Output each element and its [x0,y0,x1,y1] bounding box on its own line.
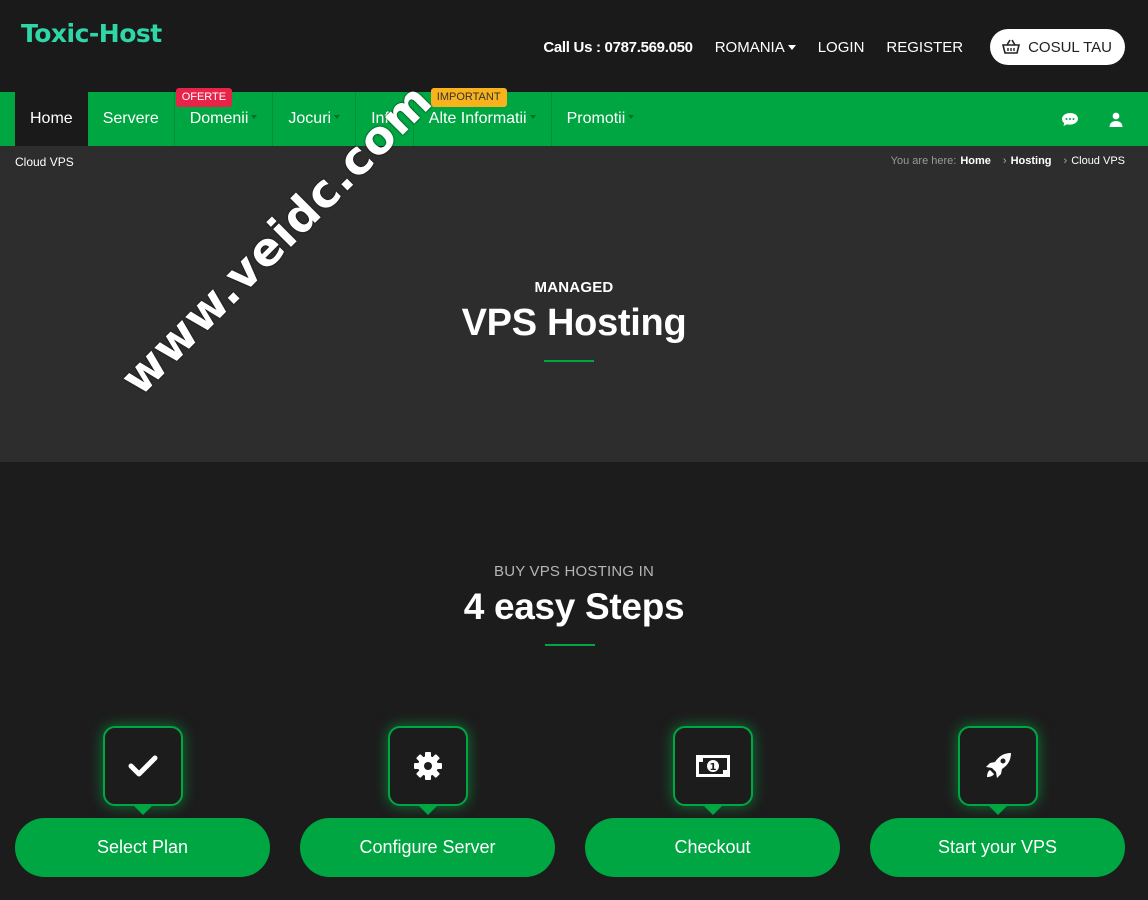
step-checkout: 1 Checkout [585,726,840,878]
breadcrumb-prefix: You are here: [890,155,957,167]
step-icon-box [388,726,468,806]
step-icon-box [958,726,1038,806]
step-label[interactable]: Select Plan [15,818,270,877]
chevron-right-icon: › [1063,155,1068,167]
step-configure-server: Configure Server [300,726,555,878]
chat-icon[interactable] [1061,112,1079,127]
nav-item-promotii[interactable]: Promotii [552,92,650,146]
step-label[interactable]: Configure Server [300,818,555,877]
nav-item-home[interactable]: Home [15,92,88,146]
cart-label: COSUL TAU [1028,38,1112,56]
hero-subtitle: MANAGED [534,279,614,296]
country-label: ROMANIA [714,38,785,56]
main-nav: Home OFERTE Servere Domenii Jocuri Info … [0,88,1148,146]
step-select-plan: Select Plan [15,726,270,878]
money-icon: 1 [696,755,730,777]
breadcrumb-home[interactable]: Home [960,155,991,167]
dropdown-caret-icon [529,115,536,119]
page-title-small: Cloud VPS [15,155,74,169]
steps-subtitle: BUY VPS HOSTING IN [493,563,655,580]
step-start-vps: Start your VPS [870,726,1125,878]
hero-divider [544,360,594,362]
breadcrumb-current: Cloud VPS [1071,155,1125,167]
dropdown-caret-icon [334,115,341,119]
dropdown-caret-icon [251,115,258,119]
country-selector[interactable]: ROMANIA [715,39,796,56]
breadcrumb-hosting[interactable]: Hosting [1011,155,1052,167]
register-link[interactable]: REGISTER [886,39,963,56]
nav-label: Domenii [189,110,249,127]
top-nav: Call Us : 0787.569.050 ROMANIA LOGIN REG… [543,29,1125,65]
user-icon[interactable] [1109,112,1123,127]
step-icon-box: 1 [673,726,753,806]
step-pointer [988,805,1008,815]
steps-divider [545,644,595,646]
nav-item-servere[interactable]: OFERTE Servere [88,88,233,146]
call-us-text: Call Us : 0787.569.050 [543,38,693,56]
nav-label: Promotii [566,110,626,127]
important-badge: IMPORTANT [430,88,507,107]
gear-icon [414,752,442,780]
cart-button[interactable]: COSUL TAU [990,29,1125,65]
login-link[interactable]: LOGIN [818,39,865,56]
top-header: Toxic-Host Call Us : 0787.569.050 ROMANI… [0,0,1148,92]
dropdown-caret-icon [628,115,635,119]
step-label[interactable]: Checkout [585,818,840,877]
rocket-icon [986,753,1011,778]
basket-icon [1002,39,1021,54]
nav-label: Jocuri [288,110,332,127]
caret-down-icon [787,45,796,51]
nav-label: Servere [102,110,159,127]
svg-text:1: 1 [710,762,717,773]
chevron-right-icon: › [1002,155,1007,167]
nav-label: Alte Informatii [428,110,527,127]
step-icon-box [103,726,183,806]
step-label[interactable]: Start your VPS [870,818,1125,877]
steps-title: 4 easy Steps [463,586,685,627]
step-pointer [133,805,153,815]
logo[interactable]: Toxic-Host [21,19,162,48]
check-icon [128,755,158,777]
breadcrumb: You are here: Home › Hosting › Cloud VPS [891,155,1125,167]
step-pointer [418,805,438,815]
step-pointer [703,805,723,815]
nav-item-domenii[interactable]: Domenii [175,92,273,146]
nav-label: Home [30,110,73,127]
